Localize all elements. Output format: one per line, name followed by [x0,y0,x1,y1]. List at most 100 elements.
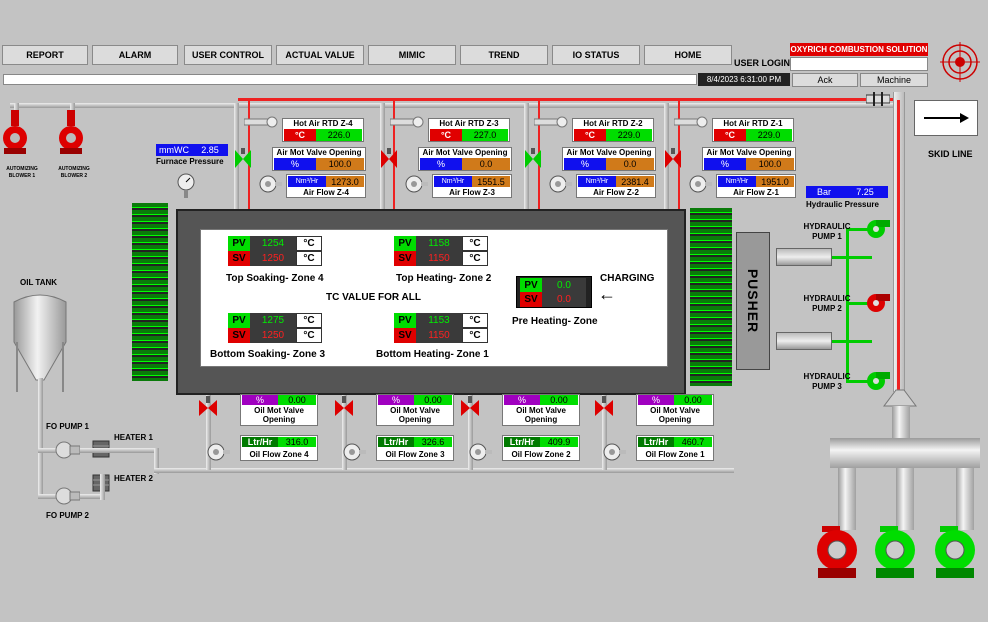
atomizing-blower-2-icon[interactable] [56,110,86,160]
hydraulic-pressure-value: 7.25 [842,186,888,198]
zone2-sv-row: SV 1150 °C [394,251,488,266]
blower-2-label: AUTOMIZING BLOWER 2 [58,166,90,179]
charging-label: CHARGING [600,273,655,284]
nav-io-status-button[interactable]: IO STATUS [552,45,640,65]
nav-home-button[interactable]: HOME [644,45,732,65]
oil-valve-icon[interactable] [460,396,480,420]
air-flow-unit: Nm³/Hr [434,176,472,187]
air-valve-icon[interactable] [664,148,682,172]
air-valve-icon[interactable] [524,148,542,172]
oil-flow-readout: Ltr/Hr 409.9 [504,437,578,447]
user-login-field[interactable] [790,57,928,71]
hot-air-riser-line [897,100,900,392]
pv-tag: PV [228,313,250,328]
nav-report-button[interactable]: REPORT [2,45,88,65]
oil-valve-icon[interactable] [334,396,354,420]
oil-flow-unit: Ltr/Hr [638,437,674,447]
machine-button[interactable]: Machine [860,73,928,87]
air-flow-readout: Nm³/Hr 2381.4 [578,176,654,187]
combustion-blower-1-icon[interactable] [814,522,860,582]
rtd-sensor-icon [389,113,424,133]
oil-flow-meter-icon [342,442,366,464]
oil-flow-label: Oil Flow Zone 4 [249,450,309,459]
unit-label: °C [462,328,488,343]
rtd-unit: °C [574,129,606,141]
oil-flow-label: Oil Flow Zone 1 [645,450,705,459]
nav-user-control-button[interactable]: USER CONTROL [184,45,272,65]
fo-pump-2-label: FO PUMP 2 [46,511,89,520]
blower-pipe-2 [896,468,914,530]
oil-valve-unit: % [378,395,414,405]
oil-flow-meter-icon [602,442,626,464]
sv-tag: SV [394,328,416,343]
oil-line-heater-1 [80,448,158,453]
oil-valve-title: Oil Mot Valve Opening [254,406,304,424]
fo-pump-2-icon[interactable] [54,486,81,508]
oil-flow-meter-icon [206,442,230,464]
air-valve-icon[interactable] [380,148,398,172]
air-flow-value: 1273.0 [326,176,364,187]
ack-button[interactable]: Ack [792,73,858,87]
combustion-blower-2-icon[interactable] [872,522,918,582]
damper-valve-icon[interactable] [865,92,891,108]
zone4-title: Top Soaking- Zone 4 [226,273,324,284]
oil-flow-value: 460.7 [674,437,712,447]
furnace-pressure-value: 2.85 [192,144,228,156]
nav-trend-button[interactable]: TREND [460,45,548,65]
blower-pipe-1 [838,468,856,530]
pv-tag: PV [394,236,416,251]
rtd-title: Hot Air RTD Z-2 [583,119,643,128]
air-valve-icon[interactable] [234,148,252,172]
nav-alarm-button[interactable]: ALARM [92,45,178,65]
oil-valve-value: 0.00 [278,395,316,405]
zone3-title: Bottom Soaking- Zone 3 [210,349,325,360]
oil-valve-unit: % [504,395,540,405]
air-valve-unit: % [564,158,606,170]
hydraulic-pump-1-icon[interactable] [864,218,892,242]
air-flow-readout: Nm³/Hr 1273.0 [288,176,364,187]
sv-tag: SV [394,251,416,266]
hydraulic-pump-2-icon[interactable] [864,292,892,316]
air-flow-meter-icon [404,174,428,196]
preheat-sv-row: SV 0.0 [520,292,586,307]
oil-valve-readout: % 0.00 [504,395,578,405]
rtd-sensor-icon [673,113,708,133]
oil-valve-readout: % 0.00 [242,395,316,405]
furnace-pressure-unit: mmWC [156,144,192,156]
unit-label: °C [296,236,322,251]
rtd-sensor-icon [533,113,568,133]
sv-tag: SV [228,328,250,343]
oil-tank-label: OIL TANK [20,278,58,287]
rtd-readout: °C 227.0 [430,129,508,141]
skid-line-button[interactable] [914,100,978,136]
atomizing-blower-1-icon[interactable] [0,110,30,160]
rtd-unit: °C [430,129,462,141]
air-flow-readout: Nm³/Hr 1951.0 [718,176,794,187]
rtd-value: 227.0 [462,129,508,141]
preheat-sv-value: 0.0 [542,292,586,307]
zone4-pv-row: PV 1254 °C [228,236,322,251]
preheat-title: Pre Heating- Zone [512,316,598,327]
zone4-sv-value: 1250 [250,251,296,266]
oil-valve-icon[interactable] [594,396,614,420]
air-flow-unit: Nm³/Hr [578,176,616,187]
nav-actual-value-button[interactable]: ACTUAL VALUE [276,45,364,65]
oil-valve-icon[interactable] [198,396,218,420]
nav-mimic-button[interactable]: MIMIC [368,45,456,65]
charging-arrow-icon: ← [598,284,616,304]
oil-flow-unit: Ltr/Hr [242,437,278,447]
zone1-sv-value: 1150 [416,328,462,343]
fo-pump-1-icon[interactable] [54,440,81,462]
rtd-value: 229.0 [746,129,792,141]
air-flow-label: Air Flow Z-2 [593,188,639,197]
pusher-block[interactable]: PUSHER [736,232,770,370]
air-flow-value: 1551.5 [472,176,510,187]
datetime-display: 8/4/2023 6:31:00 PM [698,73,790,86]
oil-line-heater-2 [80,494,100,499]
hydraulic-pressure-readout: Bar 7.25 [806,186,888,198]
arrow-right-icon [924,113,969,123]
unit-label: °C [296,328,322,343]
combustion-blower-3-icon[interactable] [932,522,978,582]
company-banner: OXYRICH COMBUSTION SOLUTION [790,43,928,56]
oil-flow-readout: Ltr/Hr 326.6 [378,437,452,447]
